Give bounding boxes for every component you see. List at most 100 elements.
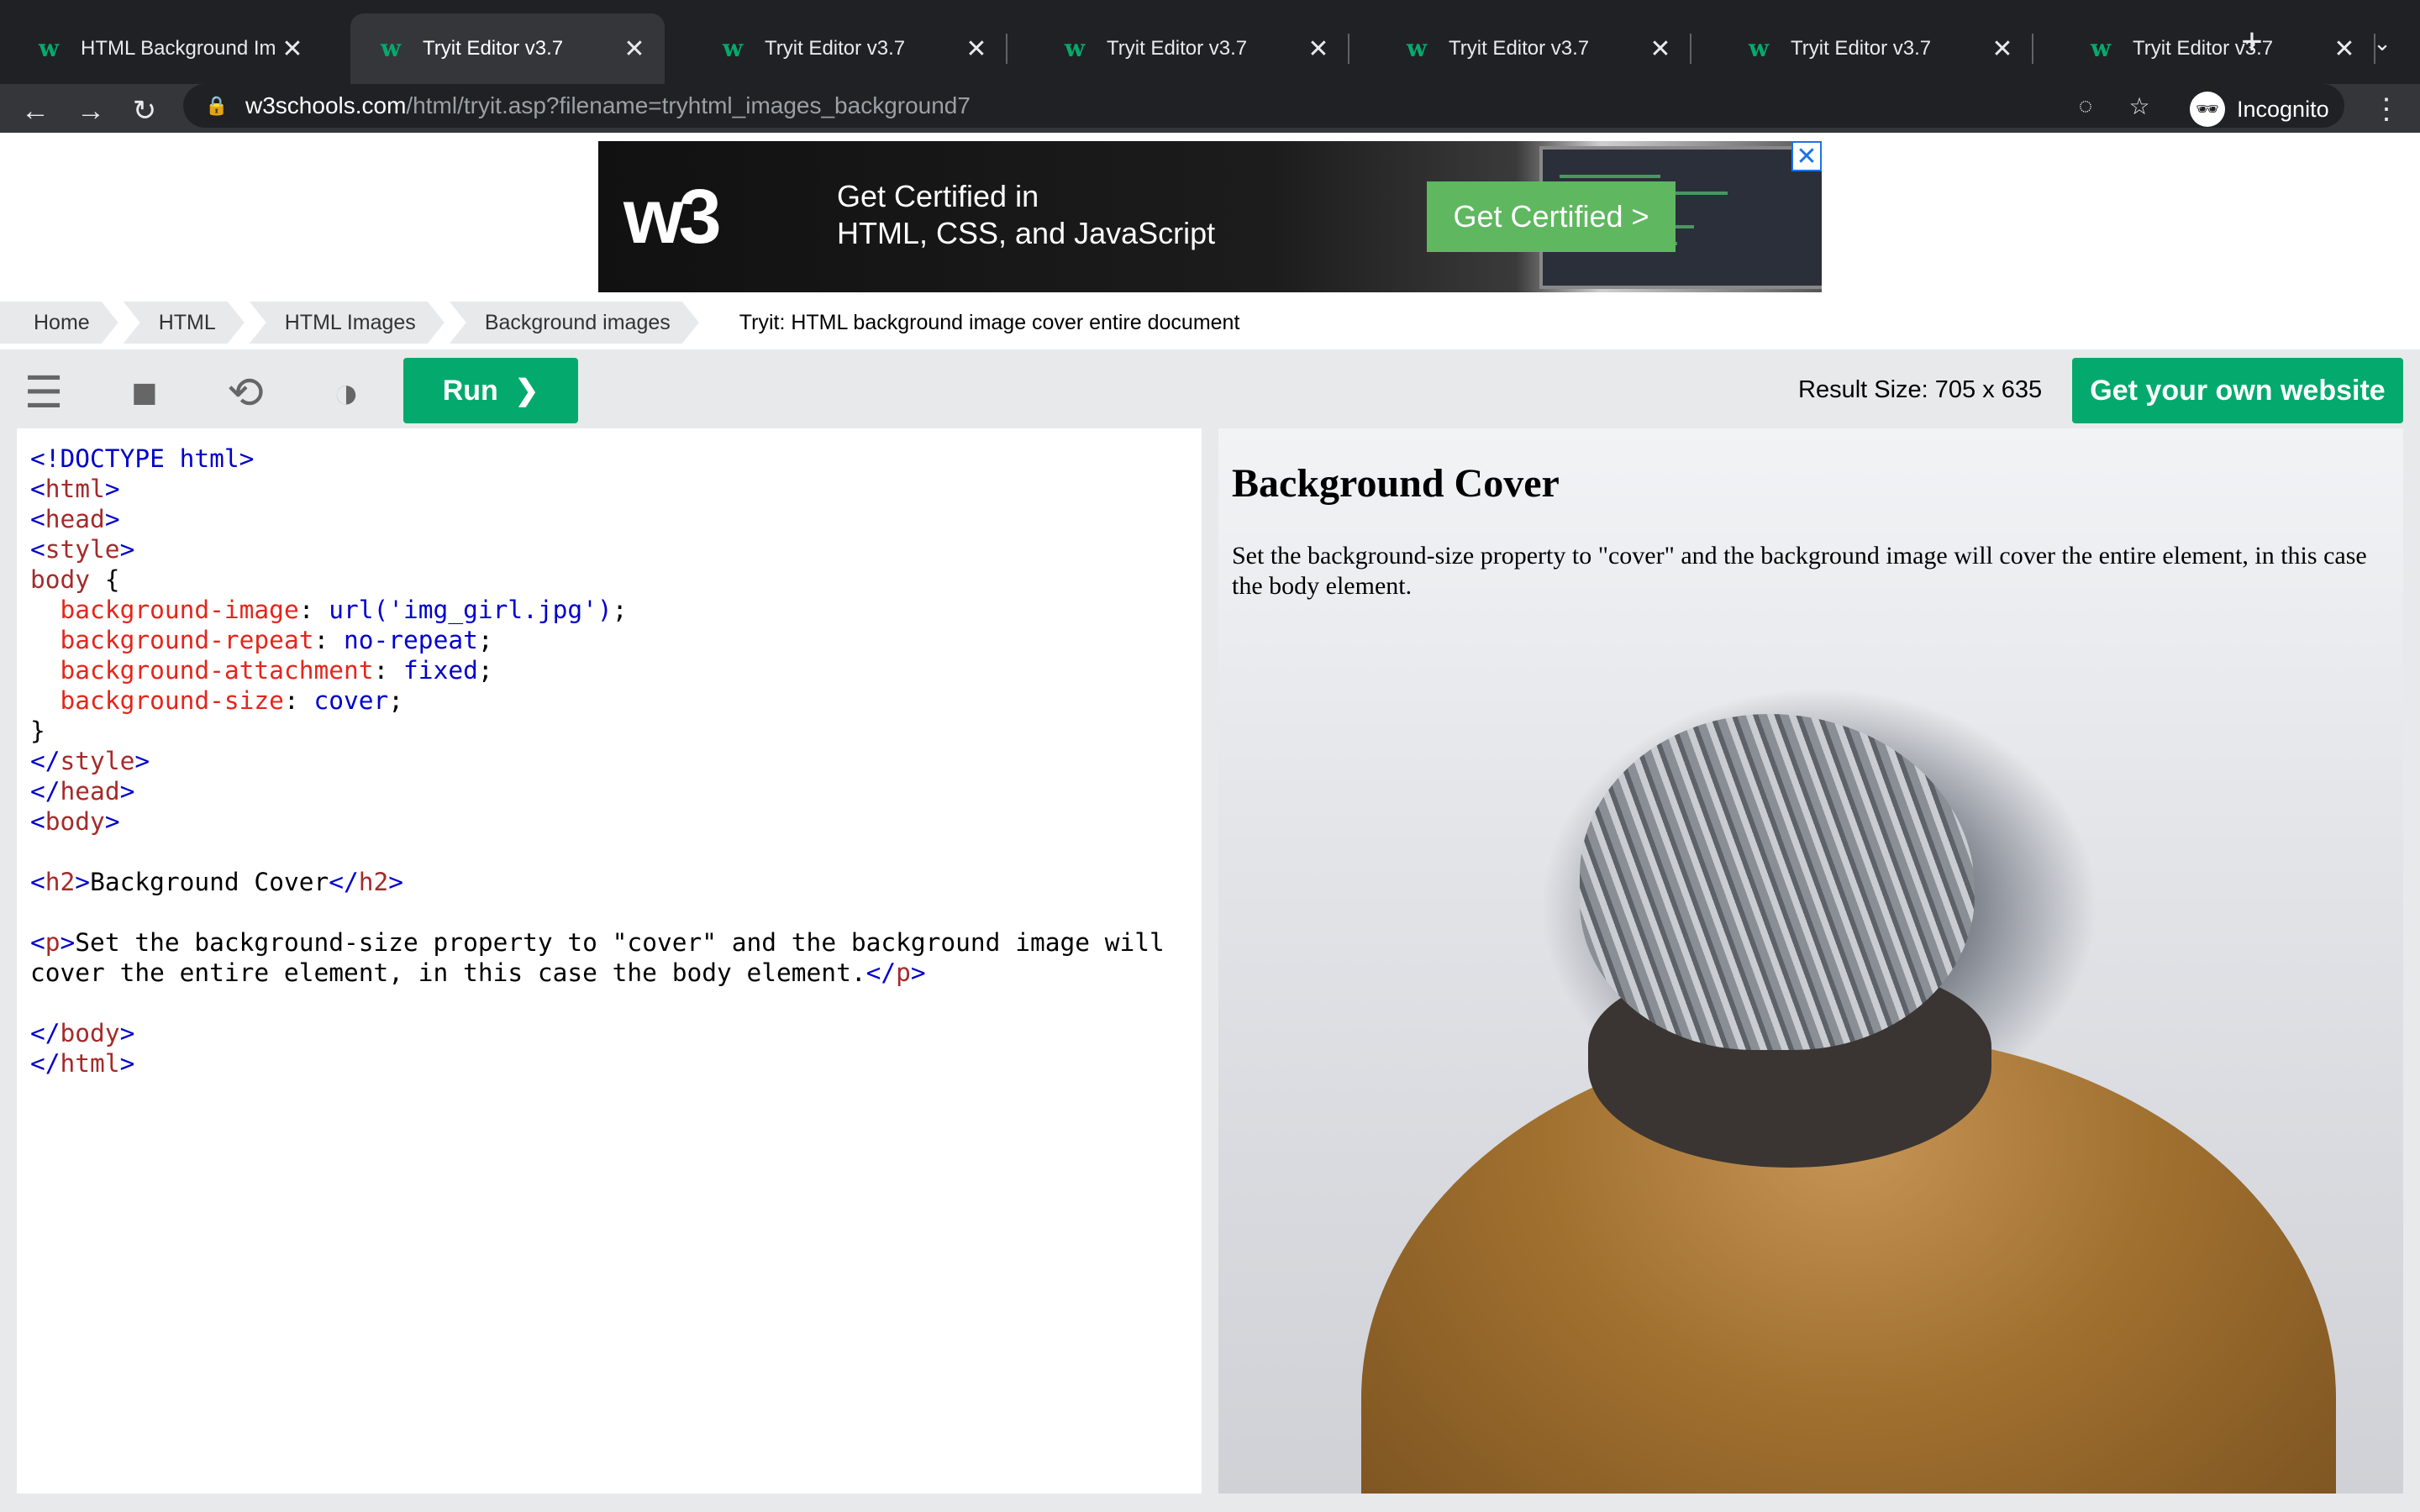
result-size-readout: Result Size: 705 x 635 [1798, 376, 2043, 403]
ad-close-icon[interactable]: ✕ [1791, 141, 1822, 171]
ad-line-1: Get Certified in [837, 179, 1039, 213]
code-token: cover the entire element, in this case t… [30, 958, 866, 987]
code-token: Set the background-size property to "cov… [75, 928, 1165, 957]
browser-tab[interactable]: w Tryit Editor v3.7 ✕ [1718, 13, 2033, 84]
code-token: </ [30, 777, 60, 806]
code-line: cover the entire element, in this case t… [30, 958, 1188, 988]
tab-title: Tryit Editor v3.7 [1449, 37, 1590, 60]
certification-ad-banner[interactable]: w3 Get Certified in HTML, CSS, and JavaS… [598, 141, 1822, 292]
close-tab-icon[interactable]: ✕ [961, 34, 992, 64]
tab-title: Tryit Editor v3.7 [423, 37, 564, 60]
tab-separator [1006, 34, 1007, 64]
code-token: ; [612, 596, 628, 624]
eye-off-icon[interactable]: ◌ [2069, 89, 2102, 123]
incognito-profile-button[interactable]: 🕶 Incognito [2190, 87, 2329, 131]
get-certified-button[interactable]: Get Certified > [1427, 181, 1676, 252]
code-token: { [90, 565, 120, 594]
close-tab-icon[interactable]: ✕ [619, 34, 650, 64]
menu-icon[interactable]: ☰ [10, 360, 77, 427]
bookmark-star-icon[interactable]: ☆ [2123, 89, 2156, 123]
result-preview[interactable]: Background Cover Set the background-size… [1218, 428, 2403, 1494]
w3schools-favicon-icon: w [723, 34, 744, 62]
code-line: </html> [30, 1048, 1188, 1079]
run-button[interactable]: Run ❯ [403, 358, 578, 423]
tab-search-button[interactable]: ⌄ [2361, 22, 2403, 64]
breadcrumb-current-page: Tryit: HTML background image cover entir… [739, 310, 1240, 334]
close-tab-icon[interactable]: ✕ [277, 34, 308, 64]
reload-button[interactable]: ↻ [121, 87, 168, 134]
code-token: ; [388, 686, 404, 715]
close-tab-icon[interactable]: ✕ [1987, 34, 2018, 64]
code-token: > [104, 505, 120, 533]
code-token: html [45, 475, 105, 503]
code-token: < [30, 475, 45, 503]
rotate-layout-icon[interactable]: ⟲ [212, 360, 279, 427]
code-editor[interactable]: <!DOCTYPE html> <html> <head> <style> body {… [17, 428, 1202, 1494]
chevron-right-icon: ❯ [514, 375, 539, 407]
breadcrumb-background-images[interactable]: Background images [450, 302, 699, 344]
w3schools-favicon-icon: w [1749, 34, 1770, 62]
code-line: } [30, 716, 1188, 746]
get-your-own-website-button[interactable]: Get your own website [2072, 358, 2403, 423]
code-line: <p>Set the background-size property to "… [30, 927, 1188, 958]
forward-button[interactable]: → [67, 87, 114, 134]
background-photo-hat [1580, 714, 1975, 1050]
code-token: < [30, 807, 45, 836]
breadcrumb-html-images[interactable]: HTML Images [250, 302, 445, 344]
url-path: /html/tryit.asp?filename=tryhtml_images_… [406, 92, 971, 118]
w3schools-favicon-icon: w [2091, 34, 2112, 62]
breadcrumb-html[interactable]: HTML [124, 302, 245, 344]
browser-menu-button[interactable]: ⋮ [2370, 87, 2403, 131]
close-tab-icon[interactable]: ✕ [1303, 34, 1334, 64]
url-text[interactable]: w3schools.com/html/tryit.asp?filename=tr… [245, 92, 971, 119]
code-token: < [30, 505, 45, 533]
code-token: background-attachment [60, 656, 374, 685]
code-token: html [60, 1049, 120, 1078]
theme-contrast-icon[interactable]: ◑ [313, 360, 380, 427]
code-token: <!DOCTYPE html> [30, 444, 255, 473]
code-token: </ [30, 1049, 60, 1078]
code-token: : [283, 686, 314, 715]
browser-tab-strip: w HTML Background Im ✕ w Tryit Editor v3.7 ✕ w… [0, 0, 2420, 84]
new-tab-button[interactable]: + [2227, 17, 2277, 67]
code-token: > [119, 777, 135, 806]
code-token: p [45, 928, 60, 957]
tab-separator [1690, 34, 1691, 64]
browser-tab[interactable]: w Tryit Editor v3.7 ✕ [2060, 13, 2375, 84]
code-line: <html> [30, 474, 1188, 504]
save-icon[interactable]: ■ [111, 360, 178, 427]
close-tab-icon[interactable]: ✕ [2329, 34, 2360, 64]
browser-tab[interactable]: w Tryit Editor v3.7 ✕ [350, 13, 665, 84]
browser-tab[interactable]: w Tryit Editor v3.7 ✕ [1376, 13, 1691, 84]
code-token: ; [477, 656, 493, 685]
browser-tab[interactable]: w Tryit Editor v3.7 ✕ [1034, 13, 1349, 84]
breadcrumb-home[interactable]: Home [0, 302, 118, 344]
code-token: > [119, 1049, 135, 1078]
result-paragraph: Set the background-size property to "cov… [1232, 542, 2367, 600]
code-line: background-attachment: fixed; [30, 655, 1188, 685]
code-token: > [119, 535, 135, 564]
url-domain: w3schools.com [245, 92, 407, 118]
code-line: <head> [30, 504, 1188, 534]
tab-separator [1348, 34, 1349, 64]
code-token: style [45, 535, 120, 564]
code-line: background-repeat: no-repeat; [30, 625, 1188, 655]
close-tab-icon[interactable]: ✕ [1645, 34, 1676, 64]
browser-tab[interactable]: w HTML Background Im ✕ [8, 13, 323, 84]
code-line: background-image: url('img_girl.jpg'); [30, 595, 1188, 625]
code-token: > [910, 958, 926, 987]
code-token: head [60, 777, 120, 806]
tab-separator [2032, 34, 2033, 64]
code-token: style [60, 747, 135, 775]
browser-tab[interactable]: w Tryit Editor v3.7 ✕ [692, 13, 1007, 84]
code-token: h2 [45, 868, 76, 896]
lock-icon[interactable]: 🔒 [205, 95, 232, 117]
code-token: body [30, 565, 91, 594]
code-token: ; [477, 626, 493, 654]
code-token: : [313, 626, 344, 654]
code-line: <!DOCTYPE html> [30, 444, 1188, 474]
address-bar[interactable]: 🔒 w3schools.com/html/tryit.asp?filename=… [183, 84, 2344, 128]
back-button[interactable]: ← [12, 87, 59, 134]
